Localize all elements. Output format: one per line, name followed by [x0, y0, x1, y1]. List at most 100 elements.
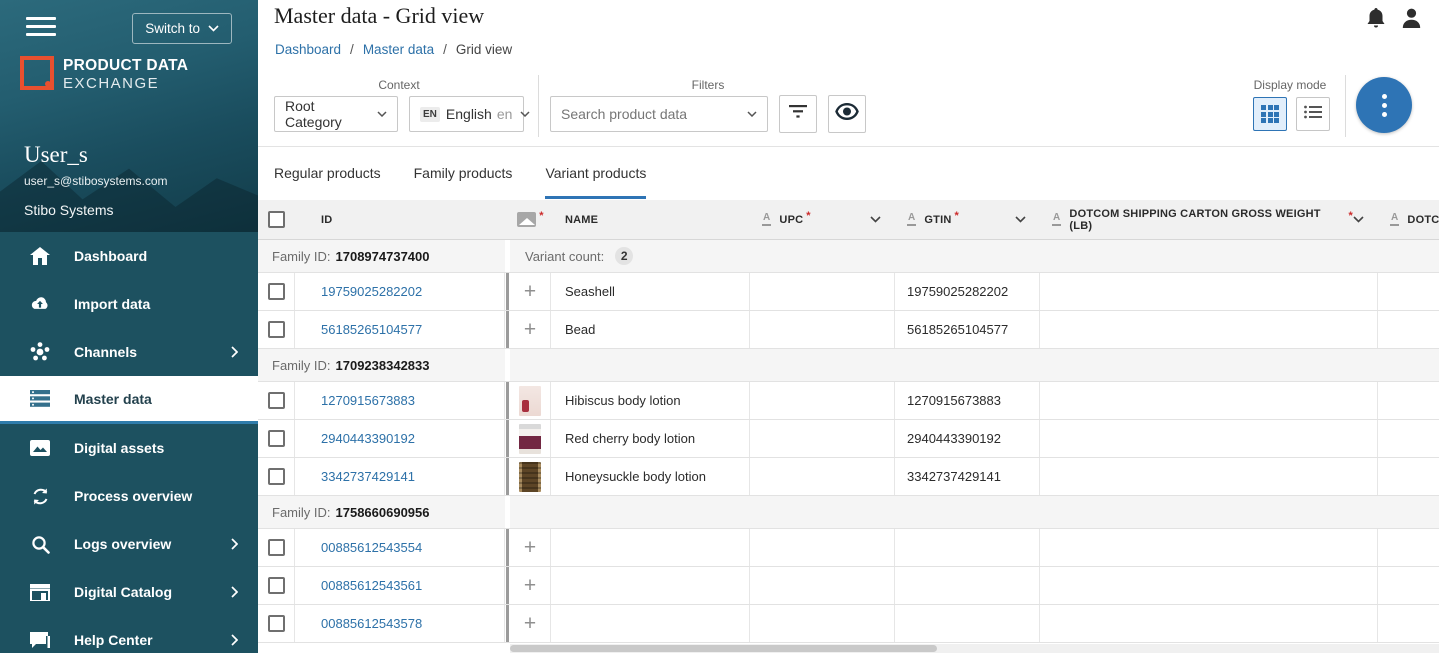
gtin-cell[interactable]: 19759025282202: [895, 273, 1040, 310]
display-mode-grid-button[interactable]: [1253, 97, 1287, 131]
column-header-dotcom-weight[interactable]: A DOTCOM SHIPPING CARTON GROSS WEIGHT (L…: [1040, 200, 1378, 239]
product-thumbnail[interactable]: [519, 424, 541, 454]
filter-button[interactable]: [779, 95, 817, 133]
select-all-checkbox[interactable]: [268, 211, 285, 228]
sidebar-item-digital-assets[interactable]: Digital assets: [0, 424, 258, 472]
sidebar-item-logs-overview[interactable]: Logs overview: [0, 520, 258, 568]
dotcom-weight-cell[interactable]: [1040, 567, 1378, 604]
category-dropdown[interactable]: Root Category: [274, 96, 398, 132]
sidebar-item-import-data[interactable]: Import data: [0, 280, 258, 328]
sidebar-item-channels[interactable]: Channels: [0, 328, 258, 376]
add-image-button[interactable]: +: [524, 613, 536, 634]
upc-cell[interactable]: [750, 311, 895, 348]
add-image-button[interactable]: +: [524, 281, 536, 302]
column-header-upc[interactable]: A UPC*: [750, 200, 895, 239]
row-checkbox[interactable]: [268, 283, 285, 300]
row-checkbox[interactable]: [268, 468, 285, 485]
upc-cell[interactable]: [750, 382, 895, 419]
hamburger-menu-icon[interactable]: [26, 17, 56, 41]
actions-kebab-button[interactable]: [1356, 77, 1412, 133]
add-image-button[interactable]: +: [524, 319, 536, 340]
column-header-name[interactable]: NAME: [551, 200, 750, 239]
dotcom-2-cell[interactable]: [1378, 273, 1439, 310]
column-menu-chevron-icon[interactable]: [870, 216, 881, 223]
language-dropdown[interactable]: EN English en: [409, 96, 524, 132]
dotcom-2-cell[interactable]: [1378, 420, 1439, 457]
product-id-link[interactable]: 2940443390192: [321, 431, 415, 446]
kebab-dot: [1382, 112, 1387, 117]
product-id-link[interactable]: 00885612543554: [321, 540, 422, 555]
tab-regular-products[interactable]: Regular products: [274, 147, 381, 199]
sidebar-item-dashboard[interactable]: Dashboard: [0, 232, 258, 280]
dotcom-2-cell[interactable]: [1378, 311, 1439, 348]
table-row: 56185265104577+Bead56185265104577: [258, 311, 1439, 349]
gtin-cell[interactable]: 2940443390192: [895, 420, 1040, 457]
notifications-bell-icon[interactable]: [1367, 8, 1385, 34]
upc-cell[interactable]: [750, 605, 895, 642]
upc-cell[interactable]: [750, 458, 895, 495]
column-header-image[interactable]: *: [510, 200, 551, 239]
column-menu-chevron-icon[interactable]: [1015, 216, 1026, 223]
row-checkbox[interactable]: [268, 392, 285, 409]
dotcom-weight-cell[interactable]: [1040, 382, 1378, 419]
dotcom-weight-cell[interactable]: [1040, 420, 1378, 457]
tab-family-products[interactable]: Family products: [414, 147, 513, 199]
dotcom-weight-cell[interactable]: [1040, 529, 1378, 566]
sidebar-item-master-data[interactable]: Master data: [0, 376, 258, 424]
view-visibility-button[interactable]: [828, 95, 866, 133]
image-cell: +: [510, 529, 551, 566]
dotcom-2-cell[interactable]: [1378, 605, 1439, 642]
gtin-cell[interactable]: [895, 529, 1040, 566]
add-image-button[interactable]: +: [524, 537, 536, 558]
product-id-link[interactable]: 19759025282202: [321, 284, 422, 299]
dotcom-2-cell[interactable]: [1378, 382, 1439, 419]
gtin-cell[interactable]: [895, 605, 1040, 642]
column-header-id[interactable]: ID: [295, 200, 505, 239]
product-id-link[interactable]: 1270915673883: [321, 393, 415, 408]
breadcrumb-dashboard[interactable]: Dashboard: [275, 42, 341, 57]
user-account-icon[interactable]: [1402, 8, 1421, 34]
breadcrumb-master-data[interactable]: Master data: [363, 42, 434, 57]
column-header-gtin[interactable]: A GTIN*: [895, 200, 1040, 239]
row-checkbox[interactable]: [268, 577, 285, 594]
horizontal-scrollbar[interactable]: [510, 644, 1439, 653]
sidebar-item-digital-catalog[interactable]: Digital Catalog: [0, 568, 258, 616]
product-thumbnail[interactable]: [519, 386, 541, 416]
row-checkbox[interactable]: [268, 539, 285, 556]
scrollbar-thumb[interactable]: [510, 645, 937, 652]
upc-cell[interactable]: [750, 529, 895, 566]
sidebar-item-help-center[interactable]: Help Center: [0, 616, 258, 664]
sidebar-item-process-overview[interactable]: Process overview: [0, 472, 258, 520]
search-product-dropdown[interactable]: Search product data: [550, 96, 768, 132]
dotcom-weight-cell[interactable]: [1040, 273, 1378, 310]
upc-cell[interactable]: [750, 567, 895, 604]
product-id-link[interactable]: 56185265104577: [321, 322, 422, 337]
dotcom-weight-cell[interactable]: [1040, 458, 1378, 495]
row-checkbox[interactable]: [268, 430, 285, 447]
product-id-link[interactable]: 00885612543578: [321, 616, 422, 631]
dotcom-weight-cell[interactable]: [1040, 311, 1378, 348]
add-image-button[interactable]: +: [524, 575, 536, 596]
product-thumbnail[interactable]: [519, 462, 541, 492]
upc-cell[interactable]: [750, 420, 895, 457]
row-checkbox[interactable]: [268, 615, 285, 632]
filters-section-label: Filters: [550, 78, 866, 92]
tab-variant-products[interactable]: Variant products: [545, 147, 646, 199]
product-id-link[interactable]: 00885612543561: [321, 578, 422, 593]
upc-cell[interactable]: [750, 273, 895, 310]
row-checkbox[interactable]: [268, 321, 285, 338]
column-header-dotcom-2[interactable]: A DOTC: [1378, 200, 1439, 239]
gtin-cell[interactable]: [895, 567, 1040, 604]
switch-to-button[interactable]: Switch to: [132, 13, 232, 44]
product-id-link[interactable]: 3342737429141: [321, 469, 415, 484]
sidebar-item-label: Logs overview: [74, 536, 171, 552]
gtin-cell[interactable]: 1270915673883: [895, 382, 1040, 419]
dotcom-2-cell[interactable]: [1378, 529, 1439, 566]
dotcom-2-cell[interactable]: [1378, 458, 1439, 495]
display-mode-list-button[interactable]: [1296, 97, 1330, 131]
gtin-cell[interactable]: 56185265104577: [895, 311, 1040, 348]
dotcom-2-cell[interactable]: [1378, 567, 1439, 604]
dotcom-weight-cell[interactable]: [1040, 605, 1378, 642]
gtin-cell[interactable]: 3342737429141: [895, 458, 1040, 495]
column-menu-chevron-icon[interactable]: [1353, 216, 1364, 223]
